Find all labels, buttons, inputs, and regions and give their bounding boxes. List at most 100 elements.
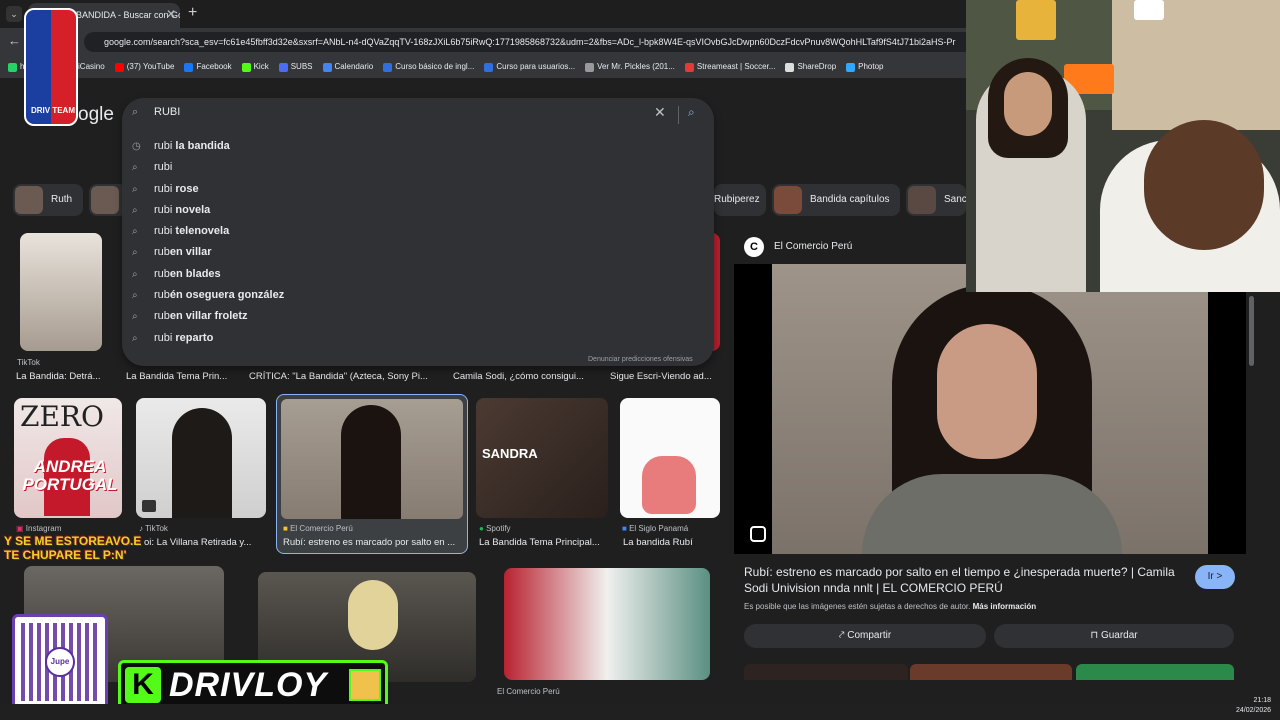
search-suggestion[interactable]: ◷ rubi la bandida xyxy=(122,136,714,157)
photo-coat xyxy=(862,474,1122,554)
bookmark-favicon-icon xyxy=(278,62,288,72)
report-predictions-link[interactable]: Denunciar predicciones ofensivas xyxy=(588,356,693,363)
bookmark-label: Facebook xyxy=(196,62,232,71)
result-caption[interactable]: Camila Sodi, ¿cómo consigui... xyxy=(453,371,589,382)
bookmark-label: Calendario xyxy=(334,62,374,71)
bookmark-label: Photop xyxy=(858,62,884,71)
chip-bandida-capitulos[interactable]: Bandida capítulos xyxy=(772,184,900,216)
related-image[interactable] xyxy=(744,664,908,680)
kick-logo-icon: K xyxy=(125,667,161,703)
stream-caption-overlay: Y SE ME ESTOREAVO.E TE CHUPARE EL P:N' xyxy=(4,534,141,562)
suggestion-completion: telenovela xyxy=(172,225,230,238)
result-caption[interactable]: Rubí: estreno es marcado por salto en ..… xyxy=(283,537,463,548)
result-image-andrea[interactable]: ZERO ANDREA PORTUGAL xyxy=(14,398,122,518)
google-lens-icon[interactable] xyxy=(750,526,766,542)
result-source: El Comercio Perú xyxy=(497,687,560,696)
bookmark-item[interactable]: Facebook xyxy=(184,56,232,78)
bookmark-item[interactable]: SUBS xyxy=(278,56,313,78)
search-icon: ⌕ xyxy=(132,290,138,302)
bookmark-favicon-icon xyxy=(846,62,856,72)
webcam-poster xyxy=(1016,0,1056,40)
search-suggestion[interactable]: ⌕ ruben villar froletz xyxy=(122,306,714,327)
result-source: ▣ Instagram xyxy=(16,524,62,533)
result-caption[interactable]: Sigue Escri-Viendo ad... xyxy=(610,371,720,382)
taskbar xyxy=(0,704,1280,720)
suggestion-prefix: rubi xyxy=(154,140,173,152)
source-label: TikTok xyxy=(145,524,168,533)
bookmark-favicon-icon xyxy=(184,62,194,72)
stream-caption-line: TE CHUPARE EL P:N' xyxy=(4,548,127,562)
result-caption[interactable]: oi: La Villana Retirada y... xyxy=(144,537,266,548)
new-tab-button[interactable]: + xyxy=(188,4,197,22)
share-button[interactable]: ⤤ Compartir xyxy=(744,624,986,648)
chip-rubiperez[interactable]: Rubiperez xyxy=(714,184,766,216)
result-caption[interactable]: La Bandida: Detrá... xyxy=(16,371,108,382)
bookmark-label: Kick xyxy=(253,62,269,71)
result-source: ● Spotify xyxy=(479,524,511,533)
search-submit-icon[interactable]: ⌕ xyxy=(688,105,695,120)
chip-sanc[interactable]: Sanc xyxy=(906,184,966,216)
search-suggestion[interactable]: ⌕ rubi novela xyxy=(122,200,714,221)
source-label: Instagram xyxy=(25,524,62,533)
result-image[interactable] xyxy=(20,233,102,351)
result-image[interactable] xyxy=(504,568,710,680)
more-info-link[interactable]: Más información xyxy=(973,602,1037,611)
qr-logo: Jupe xyxy=(45,647,75,677)
preview-image[interactable] xyxy=(734,264,1246,554)
search-input[interactable]: RUBI xyxy=(154,106,180,118)
search-suggestion[interactable]: ⌕ rubi reparto xyxy=(122,328,714,349)
chip-thumb xyxy=(91,186,119,214)
bookmark-label: Curso para usuarios... xyxy=(496,62,576,71)
google-logo[interactable]: ogle xyxy=(78,104,114,126)
tab-close-icon[interactable]: ✕ xyxy=(166,7,176,21)
result-image[interactable] xyxy=(136,398,266,518)
suggestion-prefix: rub xyxy=(154,267,170,280)
related-image[interactable] xyxy=(910,664,1072,680)
result-caption[interactable]: La Bandida Tema Prin... xyxy=(126,371,234,382)
result-caption[interactable]: La Bandida Tema Principal... xyxy=(479,537,607,548)
bookmark-item[interactable]: Ver Mr. Pickles (201... xyxy=(585,56,675,78)
chip-ruth[interactable]: Ruth xyxy=(13,184,83,216)
suggestion-completion: reparto xyxy=(172,331,214,344)
result-caption[interactable]: La bandida Rubí xyxy=(623,537,719,548)
bookmark-item[interactable]: Curso básico de ingl... xyxy=(383,56,474,78)
bookmark-item[interactable]: Kick xyxy=(241,56,269,78)
search-suggestion[interactable]: ⌕ ruben villar xyxy=(122,242,714,263)
search-suggestion[interactable]: ⌕ ruben blades xyxy=(122,264,714,285)
search-icon: ⌕ xyxy=(132,247,138,259)
search-suggestion[interactable]: ⌕ rubén oseguera gonzález xyxy=(122,285,714,306)
bookmark-item[interactable]: Photop xyxy=(846,56,884,78)
suggestion-completion: en villar froletz xyxy=(169,310,248,323)
suggestion-list: ◷ rubi la bandida ⌕ rubi ⌕ rubi rose ⌕ rubi nov… xyxy=(122,136,714,349)
search-suggestion[interactable]: ⌕ rubi rose xyxy=(122,179,714,200)
search-icon: ⌕ xyxy=(132,183,138,195)
panel-source[interactable]: C El Comercio Perú xyxy=(744,237,852,257)
related-image[interactable] xyxy=(1076,664,1234,680)
bookmark-item[interactable]: Curso para usuarios... xyxy=(484,56,575,78)
url-field[interactable]: google.com/search?sca_esv=fc61e45fbff3d3… xyxy=(84,32,974,52)
result-caption[interactable]: CRÍTICA: "La Bandida" (Azteca, Sony Pi..… xyxy=(249,371,435,382)
bookmark-icon: ⊓ xyxy=(1090,630,1101,641)
kick-banner: K DRIVLOY xyxy=(118,660,388,710)
search-suggestion[interactable]: ⌕ rubi xyxy=(122,157,714,178)
bookmark-item[interactable]: (37) YouTube xyxy=(114,56,174,78)
bookmark-item[interactable]: ShareDrop xyxy=(785,56,836,78)
bookmark-item[interactable]: Streameast | Soccer... xyxy=(684,56,775,78)
panel-scrollbar[interactable] xyxy=(1249,296,1254,366)
bookmark-item[interactable]: Calendario xyxy=(322,56,374,78)
preview-title[interactable]: Rubí: estreno es marcado por salto en el… xyxy=(744,564,1184,596)
result-source: TikTok xyxy=(17,358,40,367)
tab-search-icon[interactable]: ⌄ xyxy=(6,6,22,22)
result-image-sandra[interactable]: SANDRA xyxy=(476,398,608,518)
result-image-illustration[interactable] xyxy=(620,398,720,518)
chip-label: Rubiperez xyxy=(714,194,760,205)
visit-button[interactable]: Ir > xyxy=(1195,565,1235,589)
save-button[interactable]: ⊓ Guardar xyxy=(994,624,1234,648)
search-suggestion[interactable]: ⌕ rubi telenovela xyxy=(122,221,714,242)
clear-icon[interactable]: ✕ xyxy=(654,104,666,121)
video-play-icon xyxy=(142,500,156,512)
back-icon[interactable]: ← xyxy=(8,33,21,48)
qr-code: Jupe xyxy=(12,614,108,710)
bookmark-favicon-icon xyxy=(322,62,332,72)
chip-label: Ruth xyxy=(51,194,73,205)
